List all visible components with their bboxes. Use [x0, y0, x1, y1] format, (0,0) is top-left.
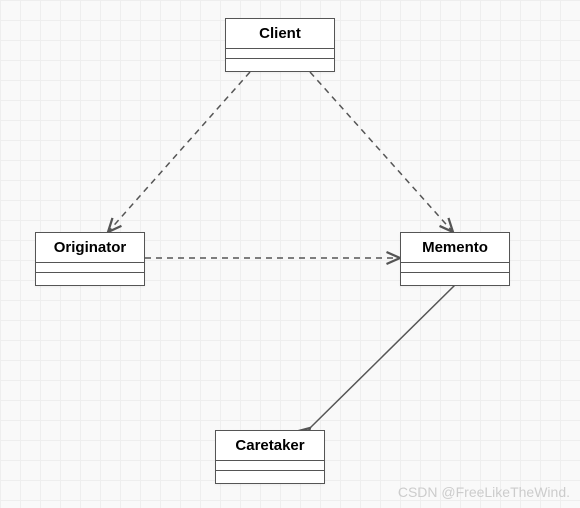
- class-originator-ops: [36, 273, 144, 285]
- agg-caretaker-memento: [310, 285, 455, 428]
- class-client-attrs: [226, 49, 334, 59]
- class-memento: Memento: [400, 232, 510, 286]
- class-originator-title: Originator: [36, 233, 144, 263]
- dep-client-memento: [310, 72, 453, 232]
- class-caretaker-ops: [216, 471, 324, 483]
- class-caretaker-attrs: [216, 461, 324, 471]
- class-client: Client: [225, 18, 335, 72]
- watermark-text: CSDN @FreeLikeTheWind.: [398, 484, 570, 500]
- class-originator-attrs: [36, 263, 144, 273]
- class-client-title: Client: [226, 19, 334, 49]
- class-memento-ops: [401, 273, 509, 285]
- dep-client-originator: [108, 72, 250, 232]
- class-caretaker-title: Caretaker: [216, 431, 324, 461]
- class-client-ops: [226, 59, 334, 71]
- class-originator: Originator: [35, 232, 145, 286]
- class-caretaker: Caretaker: [215, 430, 325, 484]
- class-memento-title: Memento: [401, 233, 509, 263]
- class-memento-attrs: [401, 263, 509, 273]
